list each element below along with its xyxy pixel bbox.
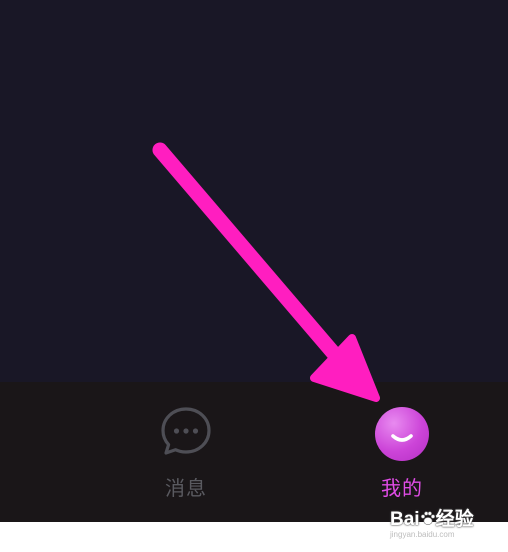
content-area [0, 0, 508, 382]
app-screen: 消息 我的 [0, 0, 508, 522]
baidu-jingyan-watermark: Bai 经验 jingyan.baidu.com [390, 502, 502, 548]
watermark-site: jingyan.baidu.com [390, 530, 455, 539]
baidu-paw-icon [420, 511, 435, 525]
tab-messages[interactable]: 消息 [126, 406, 246, 506]
watermark-logo: Bai 经验 [390, 504, 474, 531]
bottom-tab-bar: 消息 我的 [0, 382, 508, 522]
watermark-logo-prefix: Bai [390, 509, 420, 530]
tab-messages-label: 消息 [165, 476, 207, 500]
tab-me-label: 我的 [381, 476, 423, 500]
watermark-logo-suffix: 经验 [435, 509, 474, 530]
tab-me[interactable]: 我的 [342, 406, 462, 506]
avatar-smile-icon [375, 407, 429, 461]
chat-bubble-icon [161, 407, 211, 455]
